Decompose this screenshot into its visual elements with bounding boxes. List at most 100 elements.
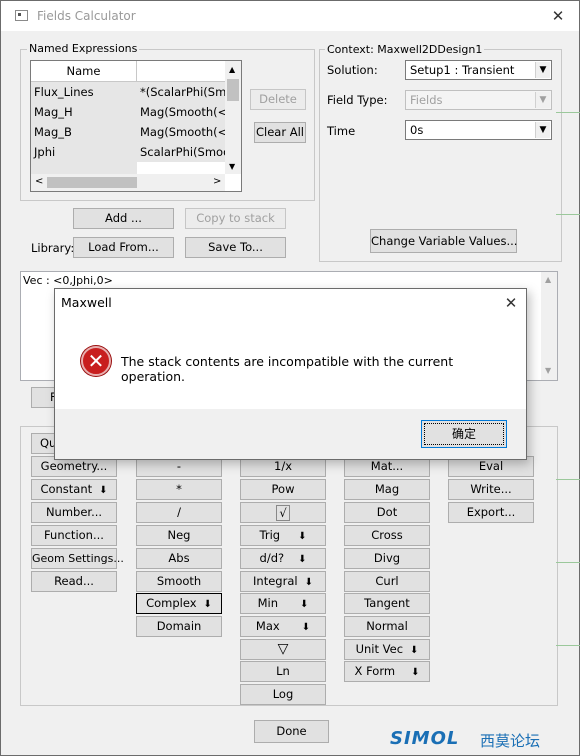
vertical-scrollbar[interactable]: ▲ ▼ (225, 61, 241, 174)
solution-select[interactable]: Setup1 : Transient ▼ (405, 60, 552, 80)
sqrt-button[interactable]: √ (240, 502, 326, 523)
smooth-button[interactable]: Smooth (136, 571, 222, 592)
scroll-up-icon[interactable]: ▲ (545, 275, 551, 284)
chevron-down-icon: ▼ (535, 62, 550, 78)
mag-button[interactable]: Mag (344, 479, 430, 500)
error-icon: ✕ (81, 346, 111, 376)
delete-button[interactable]: Delete (250, 89, 306, 110)
dropdown-arrow-icon: ⬇ (411, 667, 420, 678)
scroll-left-icon[interactable]: < (35, 176, 43, 187)
load-from-button[interactable]: Load From... (73, 237, 174, 258)
watermark-cn: 西莫论坛 (480, 732, 541, 750)
background-gridline (556, 562, 580, 563)
clear-all-button[interactable]: Clear All (254, 122, 306, 143)
table-row[interactable]: Jphi (31, 142, 137, 162)
normal-button[interactable]: Normal (344, 616, 430, 637)
stack-scrollbar[interactable]: ▲ ▼ (541, 272, 557, 380)
table-row-expr[interactable]: *(ScalarPhi(Smoot (137, 82, 225, 102)
context-label: Context: Maxwell2DDesign1 (325, 43, 485, 56)
ln-button[interactable]: Ln (240, 661, 326, 682)
dialog-title: Maxwell (61, 295, 112, 310)
log-button[interactable]: Log (240, 684, 326, 705)
table-row[interactable]: Flux_Lines (31, 82, 137, 102)
abs-button[interactable]: Abs (136, 548, 222, 569)
function-button[interactable]: Function... (31, 525, 117, 546)
table-row-partial (31, 162, 137, 174)
sqrt-icon: √ (276, 505, 290, 521)
divg-button[interactable]: Divg (344, 548, 430, 569)
write-button[interactable]: Write... (448, 479, 534, 500)
done-button[interactable]: Done (254, 720, 329, 743)
pow-button[interactable]: Pow (240, 479, 326, 500)
background-gridline (556, 112, 580, 113)
watermark-brand: SIMOL (390, 728, 460, 749)
curl-button[interactable]: Curl (344, 571, 430, 592)
scroll-right-icon[interactable]: > (213, 176, 221, 187)
named-expressions-label: Named Expressions (27, 42, 140, 55)
time-select[interactable]: 0s ▼ (405, 120, 552, 140)
add-button[interactable]: Add ... (73, 208, 174, 229)
field-type-value: Fields (410, 93, 443, 107)
derivative-button[interactable]: d/d? ⬇ (240, 548, 326, 569)
time-value: 0s (410, 123, 424, 137)
constant-button[interactable]: Constant ⬇ (31, 479, 117, 500)
dropdown-arrow-icon: ⬇ (410, 645, 419, 656)
table-row-expr[interactable]: Mag(Smooth(<Hr,0 (137, 102, 225, 122)
min-button[interactable]: Min ⬇ (240, 593, 326, 614)
change-variable-values-button[interactable]: Change Variable Values... (370, 229, 517, 253)
unit-vec-button[interactable]: Unit Vec ⬇ (344, 639, 430, 660)
dot-button[interactable]: Dot (344, 502, 430, 523)
copy-to-stack-button[interactable]: Copy to stack (185, 208, 286, 229)
save-to-button[interactable]: Save To... (185, 237, 286, 258)
dialog-title-bar: Maxwell ✕ (55, 289, 526, 317)
ok-button[interactable]: 确定 (421, 420, 507, 448)
chevron-down-icon: ▼ (535, 122, 550, 138)
x-form-button[interactable]: X Form ⬇ (344, 661, 430, 682)
dropdown-arrow-icon: ⬇ (298, 554, 307, 565)
field-type-label: Field Type: (327, 93, 388, 107)
dropdown-arrow-icon: ⬇ (203, 599, 212, 610)
field-type-select[interactable]: Fields ▼ (405, 90, 552, 110)
solution-label: Solution: (327, 63, 378, 77)
error-message: The stack contents are incompatible with… (121, 354, 454, 384)
dropdown-arrow-icon: ⬇ (301, 622, 311, 633)
scroll-thumb[interactable] (227, 79, 239, 101)
scroll-up-icon[interactable]: ▲ (229, 65, 235, 74)
read-button[interactable]: Read... (31, 571, 117, 592)
maxwell-error-dialog: Maxwell ✕ ✕ The stack contents are incom… (54, 288, 527, 460)
gradient-button[interactable]: ▽ (240, 639, 326, 660)
cross-button[interactable]: Cross (344, 525, 430, 546)
dropdown-arrow-icon: ⬇ (298, 531, 307, 542)
window-title: Fields Calculator (37, 9, 136, 23)
scroll-down-icon[interactable]: ▼ (229, 162, 235, 171)
window-close-button[interactable]: ✕ (548, 6, 568, 26)
max-button[interactable]: Max ⬇ (240, 616, 326, 637)
column-header-name[interactable]: Name (31, 61, 137, 82)
tangent-button[interactable]: Tangent (344, 593, 430, 614)
geom-settings-button[interactable]: Geom Settings... (31, 548, 124, 569)
table-row[interactable]: Mag_B (31, 122, 137, 142)
divide-button[interactable]: / (136, 502, 222, 523)
horizontal-scrollbar[interactable]: < > (31, 174, 225, 191)
export-button[interactable]: Export... (448, 502, 534, 523)
dropdown-arrow-icon: ⬇ (300, 599, 309, 610)
neg-button[interactable]: Neg (136, 525, 222, 546)
dialog-close-button[interactable]: ✕ (501, 293, 521, 313)
column-header-expression[interactable] (137, 61, 225, 82)
background-gridline (556, 479, 580, 480)
gradient-icon: ▽ (277, 641, 289, 657)
multiply-button[interactable]: * (136, 479, 222, 500)
scroll-thumb-h[interactable] (47, 177, 137, 188)
named-expressions-table: Name Flux_Lines *(ScalarPhi(Smoot Mag_H … (30, 60, 242, 192)
trig-button[interactable]: Trig ⬇ (240, 525, 326, 546)
table-row-expr[interactable]: Mag(Smooth(<Br,0 (137, 122, 225, 142)
domain-button[interactable]: Domain (136, 616, 222, 637)
integral-button[interactable]: Integral ⬇ (240, 571, 326, 592)
scroll-down-icon[interactable]: ▼ (545, 366, 551, 375)
number-button[interactable]: Number... (31, 502, 117, 523)
time-label: Time (327, 124, 356, 138)
table-row-expr[interactable]: ScalarPhi(Smooth( (137, 142, 225, 162)
complex-button[interactable]: Complex ⬇ (136, 593, 222, 614)
table-row[interactable]: Mag_H (31, 102, 137, 122)
dialog-body: ✕ The stack contents are incompatible wi… (55, 317, 526, 409)
